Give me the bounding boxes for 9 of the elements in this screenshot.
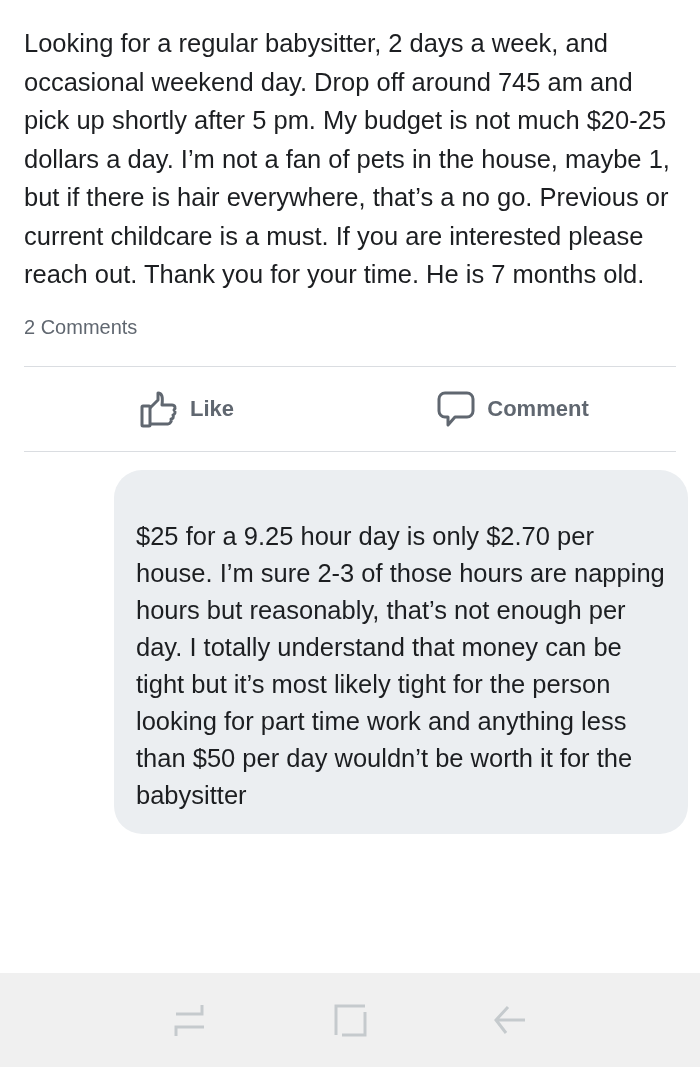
comment-text: $25 for a 9.25 hour day is only $2.70 per house. I’m sure 2-3 of those hours are napping hours but reasonably, that’s not enough per day. I totally understand that money can be tight but it’s most likely tight for the person looking for part time work and anything less than $50 per day wouldn’t be worth it for the babysitter bbox=[136, 520, 666, 811]
speech-bubble-icon bbox=[437, 389, 476, 428]
like-button[interactable]: Like bbox=[140, 389, 234, 428]
back-arrow-icon[interactable] bbox=[494, 1004, 527, 1036]
comment-count[interactable]: 2 Comments bbox=[24, 315, 138, 338]
recent-apps-icon[interactable] bbox=[173, 1003, 206, 1037]
thumbs-up-icon bbox=[140, 389, 178, 428]
comment-button[interactable]: Comment bbox=[437, 389, 589, 428]
post-text: Looking for a regular babysitter, 2 days a week, and occasional weekend day. Drop off around 745 am and pick up shortly after 5 pm. My budget is not much $20-25 dollars a day. I’m not a fan of pets in the house, maybe 1, but if there is hair everywhere, that’s a no go. Previous or current childcare is a must. If you are interested please reach out. Thank you for your time. He is 7 months old. bbox=[24, 28, 671, 290]
